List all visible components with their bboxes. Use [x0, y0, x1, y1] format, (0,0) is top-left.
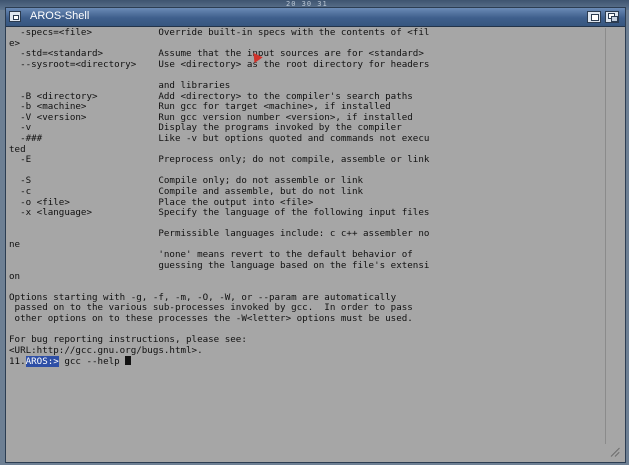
console-line: -x <language> Specify the language of th…: [9, 207, 430, 219]
console-line: <URL:http://gcc.gnu.org/bugs.html>.: [9, 344, 203, 356]
resize-handle-icon[interactable]: [609, 446, 621, 458]
window-titlebar[interactable]: AROS-Shell: [6, 8, 625, 27]
console-line: --sysroot=<directory> Use <directory> as…: [9, 58, 430, 70]
vertical-scrollbar[interactable]: [605, 28, 623, 444]
prompt-label: AROS:>: [25, 356, 59, 368]
console-line: -specs=<file> Override built-in specs wi…: [9, 28, 430, 38]
prompt-number: 11.: [9, 356, 26, 368]
text-cursor: [125, 356, 132, 366]
window-title: AROS-Shell: [30, 10, 90, 22]
console-line: and libraries: [9, 79, 231, 91]
command-input[interactable]: gcc --help: [59, 356, 125, 368]
zoom-icon: [591, 14, 599, 21]
console-line: Permissible languages include: c c++ ass…: [9, 228, 430, 240]
console-output[interactable]: -specs=<file> Override built-in specs wi…: [9, 28, 602, 458]
console-line: on: [9, 270, 21, 282]
shell-prompt-line[interactable]: 11.AROS:> gcc --help: [9, 356, 602, 368]
shell-window[interactable]: AROS-Shell -specs=<file> Override built-…: [5, 7, 626, 463]
close-window-button[interactable]: [9, 11, 21, 22]
console-line: -c Compile and assemble, but do not link: [9, 185, 364, 197]
zoom-window-button[interactable]: [587, 11, 601, 23]
close-icon: [13, 15, 19, 20]
console-line: guessing the language based on the file'…: [9, 260, 430, 272]
console-line: -### Like -v but options quoted and comm…: [9, 132, 430, 144]
console-line: -E Preprocess only; do not compile, asse…: [9, 154, 430, 166]
console-line: other options on to these processes the …: [9, 313, 413, 325]
depth-arrange-button[interactable]: [605, 11, 619, 23]
